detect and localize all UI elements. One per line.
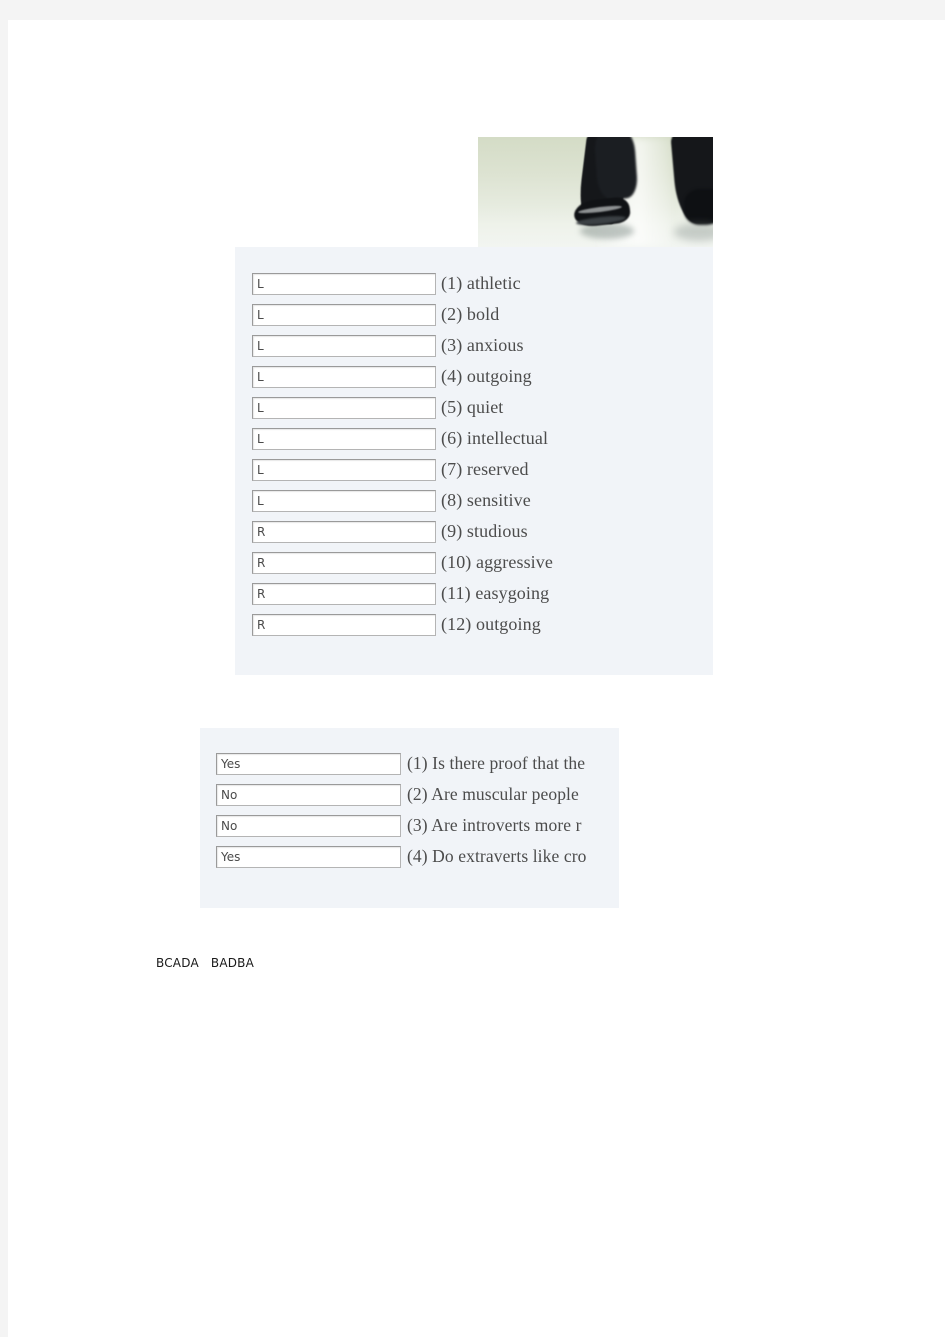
table-row: (1) Is there proof that the	[216, 748, 586, 779]
table-row: (3) Are introverts more r	[216, 810, 586, 841]
table-row: (4) Do extraverts like cro	[216, 841, 586, 872]
traits-row-list: (1) athletic (2) bold (3) anxious (4) ou…	[252, 268, 553, 640]
document-page: (1) athletic (2) bold (3) anxious (4) ou…	[8, 20, 945, 1337]
table-row: (2) Are muscular people	[216, 779, 586, 810]
question-label-2: (2) Are muscular people	[407, 784, 579, 804]
answer-input-trait-6[interactable]	[252, 427, 436, 450]
question-label-1: (1) Is there proof that the	[407, 753, 586, 773]
trait-label-10: (10) aggressive	[441, 552, 553, 572]
trait-label-1: (1) athletic	[441, 273, 521, 293]
answer-input-trait-4[interactable]	[252, 365, 436, 388]
answer-input-trait-7[interactable]	[252, 458, 436, 481]
question-label-3: (3) Are introverts more r	[407, 815, 582, 835]
trait-label-5: (5) quiet	[441, 397, 504, 417]
table-row: (10) aggressive	[252, 547, 553, 578]
trait-label-8: (8) sensitive	[441, 490, 531, 510]
table-row: (5) quiet	[252, 392, 553, 423]
table-row: (7) reserved	[252, 454, 553, 485]
answer-input-trait-8[interactable]	[252, 489, 436, 512]
answer-input-trait-10[interactable]	[252, 551, 436, 574]
answer-input-question-2[interactable]	[216, 783, 401, 806]
trait-label-11: (11) easygoing	[441, 583, 550, 603]
answer-input-trait-11[interactable]	[252, 582, 436, 605]
traits-exercise-panel: (1) athletic (2) bold (3) anxious (4) ou…	[235, 247, 713, 675]
photo-legs-image	[478, 137, 713, 247]
table-row: (6) intellectual	[252, 423, 553, 454]
photo-left-leg-shade	[593, 137, 639, 201]
table-row: (12) outgoing	[252, 609, 553, 640]
table-row: (8) sensitive	[252, 485, 553, 516]
question-label-4: (4) Do extraverts like cro	[407, 846, 587, 866]
answer-input-trait-9[interactable]	[252, 520, 436, 543]
trait-label-7: (7) reserved	[441, 459, 529, 479]
answer-input-question-4[interactable]	[216, 845, 401, 868]
table-row: (4) outgoing	[252, 361, 553, 392]
trait-label-4: (4) outgoing	[441, 366, 532, 386]
answer-input-trait-3[interactable]	[252, 334, 436, 357]
answer-key-text: BCADA BADBA	[156, 956, 255, 970]
trait-label-12: (12) outgoing	[441, 614, 541, 634]
answer-input-trait-1[interactable]	[252, 272, 436, 295]
trait-label-9: (9) studious	[441, 521, 528, 541]
answer-input-question-3[interactable]	[216, 814, 401, 837]
photo-right-leg-shade	[684, 189, 713, 225]
table-row: (3) anxious	[252, 330, 553, 361]
answer-input-question-1[interactable]	[216, 752, 401, 775]
trait-label-3: (3) anxious	[441, 335, 524, 355]
table-row: (1) athletic	[252, 268, 553, 299]
table-row: (9) studious	[252, 516, 553, 547]
table-row: (11) easygoing	[252, 578, 553, 609]
answer-input-trait-12[interactable]	[252, 613, 436, 636]
trait-label-2: (2) bold	[441, 304, 500, 324]
answer-input-trait-2[interactable]	[252, 303, 436, 326]
answer-input-trait-5[interactable]	[252, 396, 436, 419]
trait-label-6: (6) intellectual	[441, 428, 549, 448]
questions-row-list: (1) Is there proof that the (2) Are musc…	[216, 748, 586, 872]
questions-exercise-panel: (1) Is there proof that the (2) Are musc…	[200, 728, 619, 908]
table-row: (2) bold	[252, 299, 553, 330]
